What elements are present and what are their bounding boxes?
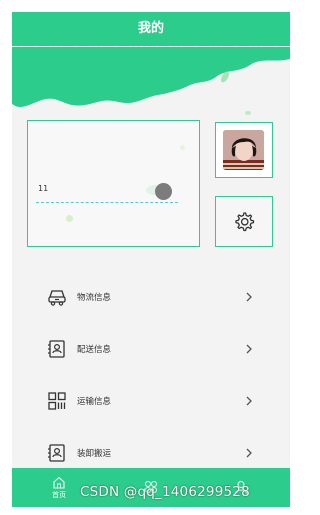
menu-item-delivery[interactable]: 配送信息 xyxy=(12,323,290,375)
profile-id: 11 xyxy=(38,184,49,193)
menu-item-label: 运输信息 xyxy=(77,397,112,407)
header-bar: 我的 xyxy=(12,12,290,46)
watermark: CSDN @qq_1406299528 xyxy=(80,484,250,500)
menu-item-label: 装卸搬运 xyxy=(77,449,112,459)
id-card-icon xyxy=(46,442,68,464)
profile-card: 11 xyxy=(27,120,200,247)
drag-knob[interactable] xyxy=(155,183,172,200)
leaf-decoration xyxy=(180,145,185,150)
chevron-right-icon xyxy=(246,344,252,354)
home-icon xyxy=(53,476,65,489)
phone-screen: 我的 11 物流信息 配送信息 运输信息 装卸搬运 首页 xyxy=(12,12,290,507)
menu-item-label: 配送信息 xyxy=(77,345,112,355)
gear-icon xyxy=(235,211,255,231)
menu-list: 物流信息 配送信息 运输信息 装卸搬运 xyxy=(12,271,290,479)
tab-home[interactable]: 首页 xyxy=(42,468,76,507)
menu-item-logistics[interactable]: 物流信息 xyxy=(12,271,290,323)
grid-icon xyxy=(46,390,68,412)
chevron-right-icon xyxy=(246,292,252,302)
avatar-portrait-icon xyxy=(223,130,264,170)
id-card-icon xyxy=(46,338,68,360)
dotted-divider xyxy=(36,202,178,203)
truck-icon xyxy=(46,286,68,308)
leaf-decoration xyxy=(66,215,73,222)
settings-button[interactable] xyxy=(215,196,273,247)
avatar[interactable] xyxy=(223,130,264,170)
chevron-right-icon xyxy=(246,396,252,406)
tab-label: 首页 xyxy=(52,490,66,499)
menu-item-label: 物流信息 xyxy=(77,293,112,303)
page-title: 我的 xyxy=(137,21,164,36)
avatar-frame[interactable] xyxy=(215,122,273,178)
chevron-right-icon xyxy=(246,448,252,458)
menu-item-transport[interactable]: 运输信息 xyxy=(12,375,290,427)
